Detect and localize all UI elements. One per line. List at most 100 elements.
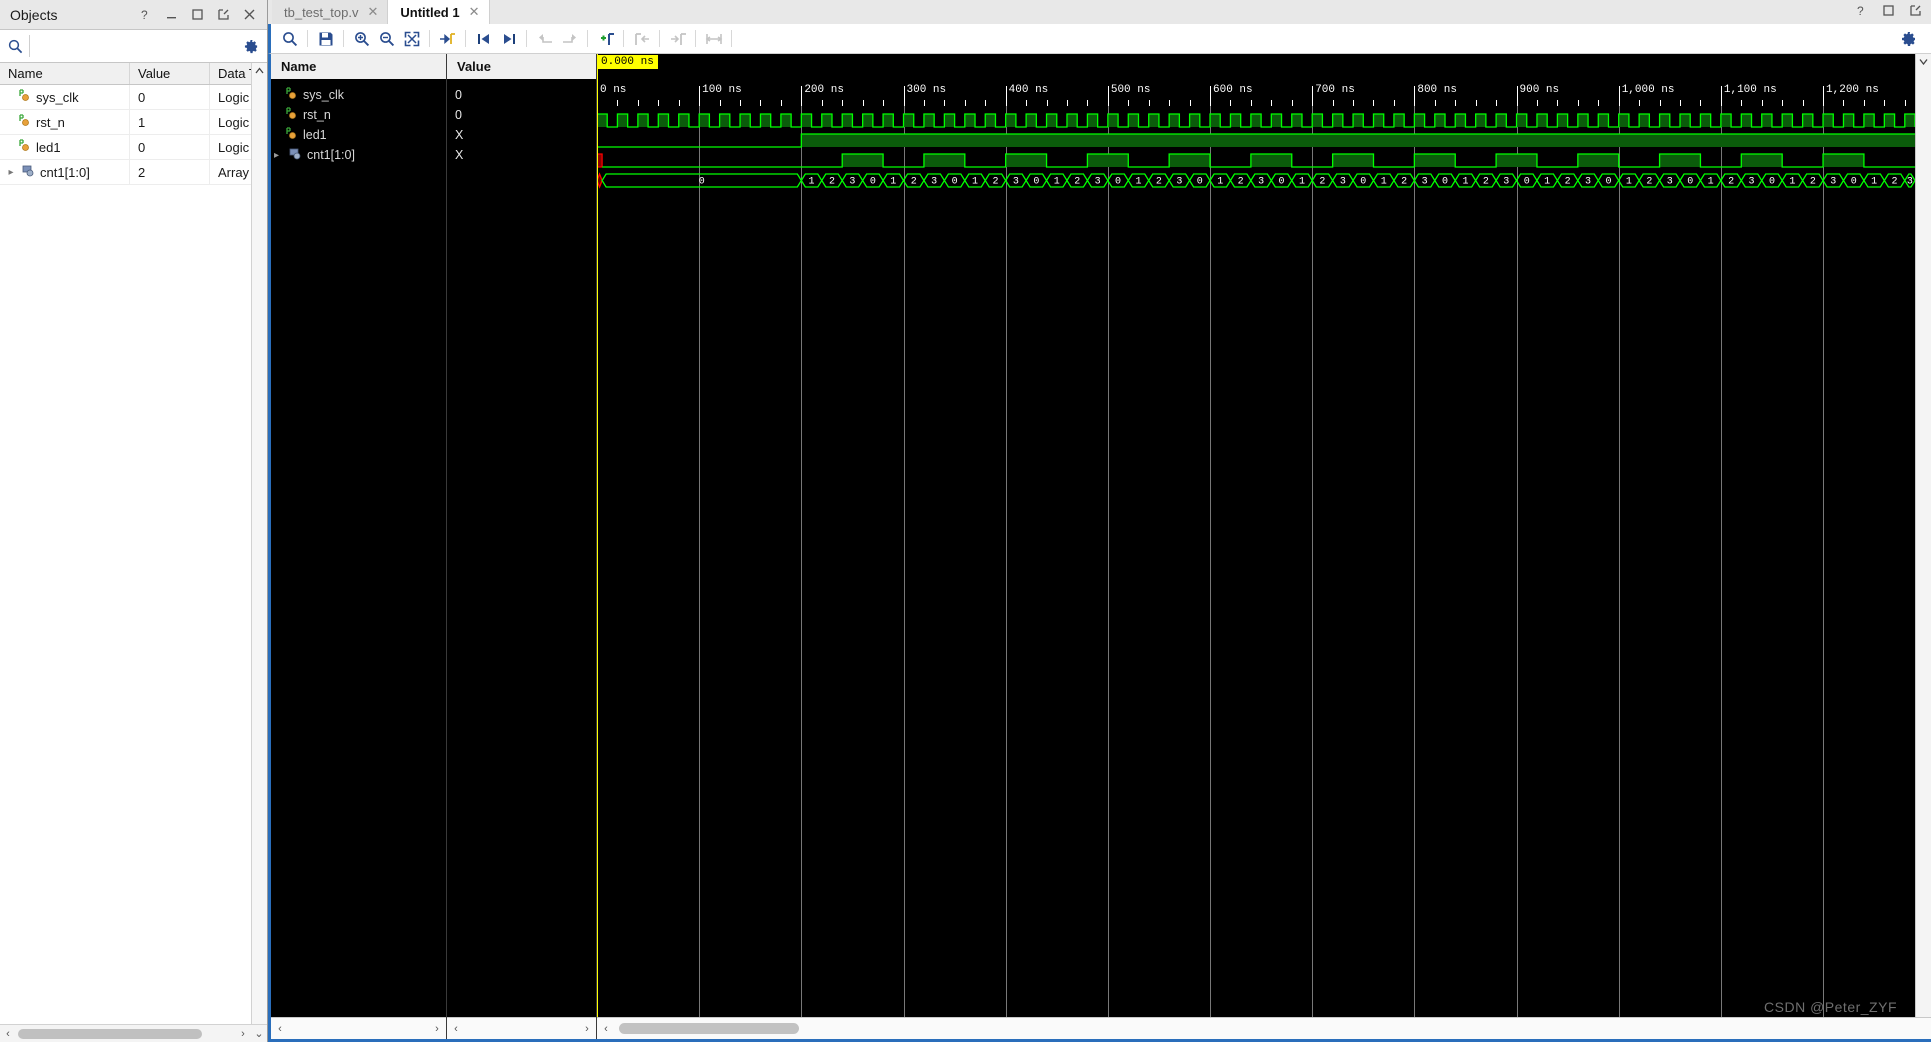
- svg-text:3: 3: [1340, 177, 1346, 188]
- svg-text:3: 3: [1667, 177, 1673, 188]
- table-row[interactable]: sys_clk 0 Logic: [0, 85, 267, 110]
- ruler-tick-label: 100 ns: [702, 84, 742, 96]
- go-to-time-icon[interactable]: [435, 26, 460, 51]
- gear-icon[interactable]: [244, 39, 259, 54]
- svg-text:2: 2: [1401, 177, 1407, 188]
- tab-label: tb_test_top.v: [284, 4, 359, 20]
- previous-marker-icon[interactable]: [532, 26, 557, 51]
- next-marker-icon[interactable]: [557, 26, 582, 51]
- wave-name-hscroll[interactable]: ‹ ›: [271, 1017, 446, 1039]
- time-ruler[interactable]: 0 ns 100 ns 200 ns 300 ns 400 ns 500 ns 600 ns…: [597, 54, 1931, 106]
- add-marker-icon[interactable]: [593, 26, 618, 51]
- previous-transition-icon[interactable]: [471, 26, 496, 51]
- object-name-cell[interactable]: led1: [0, 135, 130, 159]
- toolbar-separator: [659, 30, 660, 47]
- scroll-right-icon[interactable]: ›: [235, 1028, 251, 1040]
- column-header-name[interactable]: Name: [0, 63, 130, 84]
- gear-icon[interactable]: [1896, 26, 1921, 51]
- svg-text:2: 2: [1074, 177, 1080, 188]
- tab-close-icon[interactable]: ✕: [367, 4, 378, 20]
- tab-untitled-1[interactable]: Untitled 1 ✕: [388, 0, 490, 24]
- scroll-down-icon[interactable]: ⌄: [251, 1027, 267, 1040]
- scroll-right-icon[interactable]: ›: [428, 1023, 446, 1035]
- expand-chevron-icon[interactable]: ▸: [274, 150, 284, 161]
- wave-titlebar: tb_test_top.v ✕ Untitled 1 ✕ ?: [268, 0, 1931, 24]
- measure-icon[interactable]: [701, 26, 726, 51]
- wave-value-column: Value 0 0 XX ‹ ›: [447, 54, 597, 1039]
- float-icon[interactable]: [216, 7, 231, 22]
- objects-horizontal-scrollbar[interactable]: ‹ › ⌄: [0, 1024, 267, 1042]
- svg-text:3: 3: [1095, 177, 1101, 188]
- wave-signal-row[interactable]: led1: [271, 125, 446, 145]
- svg-text:0: 0: [699, 177, 705, 188]
- zoom-in-icon[interactable]: [349, 26, 374, 51]
- maximize-icon[interactable]: [1881, 3, 1896, 18]
- objects-table: Name Value Data T sys_clk 0 Logic rst_n 1 Log…: [0, 63, 267, 1024]
- waveform-row-sys-clk[interactable]: [597, 111, 1931, 131]
- scroll-down-icon: [1919, 58, 1928, 65]
- svg-text:1: 1: [1544, 177, 1550, 188]
- ruler-tick-label: 200 ns: [804, 84, 844, 96]
- help-icon[interactable]: ?: [1854, 3, 1869, 18]
- wave-signal-row[interactable]: rst_n: [271, 105, 446, 125]
- close-icon[interactable]: [242, 7, 257, 22]
- svg-text:2: 2: [1483, 177, 1489, 188]
- right-edge-icon[interactable]: [665, 26, 690, 51]
- wave-canvas-column[interactable]: 0 ns 100 ns 200 ns 300 ns 400 ns 500 ns 600 ns…: [597, 54, 1931, 1039]
- next-transition-icon[interactable]: [496, 26, 521, 51]
- expand-chevron-icon[interactable]: ▸: [5, 167, 17, 178]
- cursor-line[interactable]: [597, 54, 598, 1039]
- object-name-cell[interactable]: ▸ cnt1[1:0]: [0, 160, 130, 184]
- scroll-right-icon[interactable]: ›: [578, 1023, 596, 1035]
- wave-signal-row[interactable]: ▸ cnt1[1:0]: [271, 145, 446, 165]
- table-row[interactable]: rst_n 1 Logic: [0, 110, 267, 135]
- wave-column-header-value[interactable]: Value: [447, 54, 596, 80]
- wave-signal-row[interactable]: sys_clk: [271, 85, 446, 105]
- zoom-out-icon[interactable]: [374, 26, 399, 51]
- scroll-track[interactable]: [16, 1028, 235, 1039]
- zoom-fit-icon[interactable]: [399, 26, 424, 51]
- wave-value-label: 0: [455, 88, 462, 102]
- object-name-cell[interactable]: sys_clk: [0, 85, 130, 109]
- svg-text:1: 1: [1462, 177, 1468, 188]
- scroll-up-icon[interactable]: [252, 63, 267, 78]
- svg-text:3: 3: [1585, 177, 1591, 188]
- left-edge-icon[interactable]: [629, 26, 654, 51]
- svg-text:1: 1: [1217, 177, 1223, 188]
- svg-text:0: 0: [1115, 177, 1121, 188]
- wave-value-row: X: [447, 125, 596, 145]
- wave-value-hscroll[interactable]: ‹ ›: [447, 1017, 596, 1039]
- object-name-cell[interactable]: rst_n: [0, 110, 130, 134]
- scroll-left-icon[interactable]: ‹: [597, 1023, 615, 1035]
- search-icon[interactable]: [277, 26, 302, 51]
- objects-vertical-scrollbar[interactable]: [251, 63, 267, 1024]
- scroll-thumb[interactable]: [18, 1028, 202, 1039]
- wave-vertical-scrollbar[interactable]: [1915, 54, 1931, 1039]
- tab-close-icon[interactable]: ✕: [469, 4, 480, 20]
- scroll-left-icon[interactable]: ‹: [447, 1023, 465, 1035]
- wave-horizontal-scrollbar[interactable]: ‹: [597, 1017, 1931, 1039]
- scroll-thumb: [619, 1023, 799, 1034]
- wave-plot-area[interactable]: 0123012301230123012301230123012301230123…: [597, 106, 1931, 1039]
- table-row[interactable]: ▸ cnt1[1:0] 2 Array: [0, 160, 267, 185]
- ruler-tick-label: 1,100 ns: [1723, 84, 1777, 96]
- logic-signal-icon: [19, 114, 29, 126]
- maximize-icon[interactable]: [190, 7, 205, 22]
- toolbar-separator: [587, 30, 588, 47]
- search-icon[interactable]: [8, 39, 23, 54]
- tab-tb-test-top-v[interactable]: tb_test_top.v ✕: [272, 0, 389, 24]
- waveform-row-cnt1-1-0-[interactable]: 0123012301230123012301230123012301230123…: [597, 171, 1931, 191]
- search-input[interactable]: [29, 35, 244, 57]
- help-icon[interactable]: ?: [138, 7, 153, 22]
- object-name-label: cnt1[1:0]: [40, 164, 90, 180]
- table-row[interactable]: led1 0 Logic: [0, 135, 267, 160]
- save-icon[interactable]: [313, 26, 338, 51]
- column-header-value[interactable]: Value: [130, 63, 210, 84]
- scroll-left-icon[interactable]: ‹: [271, 1023, 289, 1035]
- waveform-row-led1[interactable]: [597, 151, 1931, 171]
- minimize-icon[interactable]: [164, 7, 179, 22]
- float-icon[interactable]: [1908, 3, 1923, 18]
- scroll-left-icon[interactable]: ‹: [0, 1028, 16, 1040]
- waveform-row-rst-n[interactable]: [597, 131, 1931, 151]
- wave-column-header-name[interactable]: Name: [271, 54, 446, 80]
